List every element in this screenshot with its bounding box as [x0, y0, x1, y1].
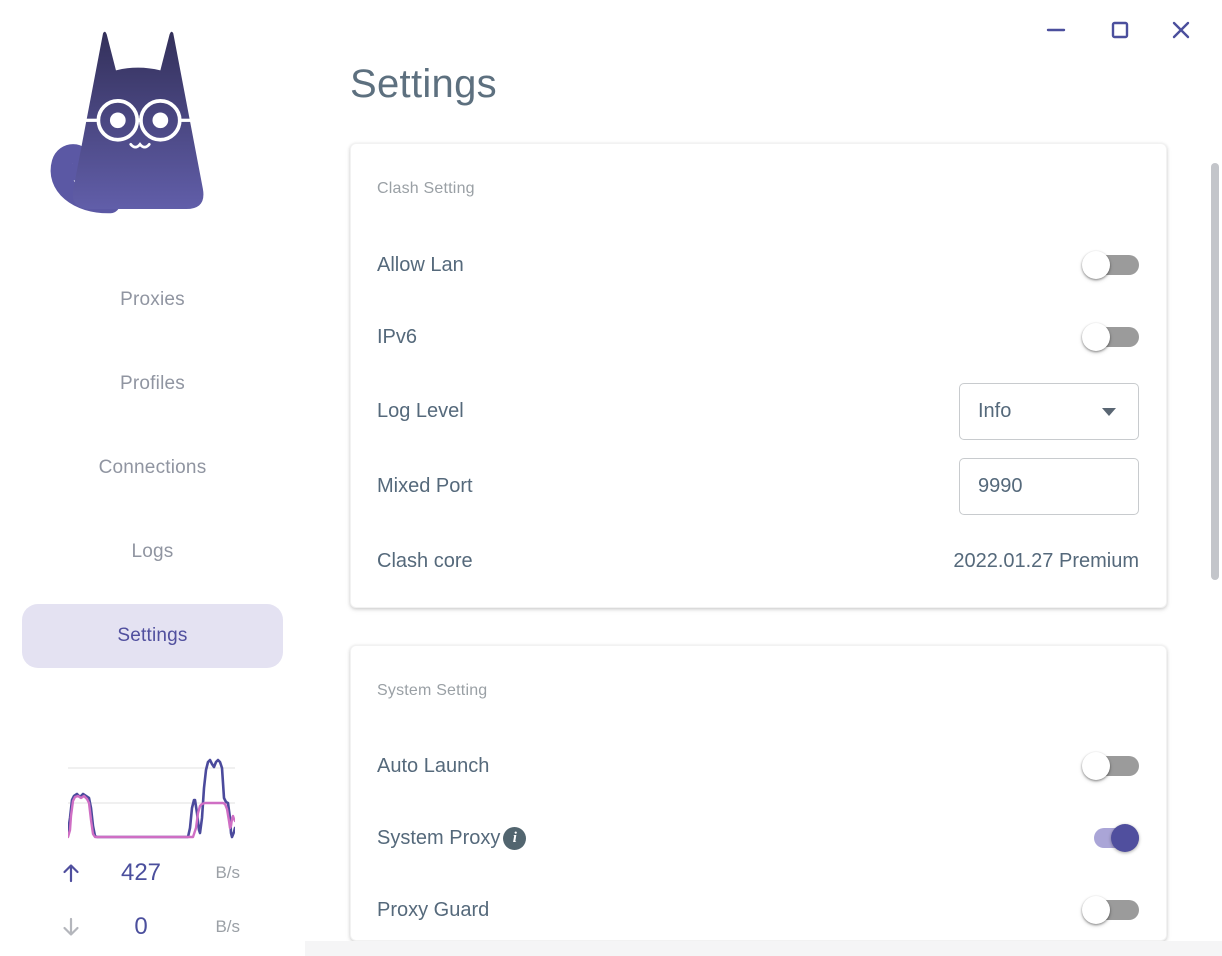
system-proxy-toggle[interactable] [1082, 824, 1139, 852]
allow-lan-row: Allow Lan [377, 237, 1139, 293]
proxy-guard-label: Proxy Guard [377, 898, 490, 921]
system-proxy-row: System Proxy i [377, 810, 1139, 866]
upload-stat-row: 427 B/s [58, 853, 240, 893]
system-setting-header: System Setting [377, 682, 488, 699]
clash-setting-card: Clash Setting Allow Lan IPv6 Log Level I… [350, 143, 1167, 608]
toggle-thumb [1111, 824, 1139, 852]
proxy-guard-row: Proxy Guard [377, 882, 1139, 938]
clash-core-row: Clash core 2022.01.27 Premium [377, 533, 1139, 589]
log-level-row: Log Level Info [377, 382, 1139, 440]
close-icon [1170, 19, 1192, 41]
download-speed-unit: B/s [215, 917, 240, 936]
auto-launch-label: Auto Launch [377, 754, 490, 777]
sidebar: Proxies Profiles Connections Logs Settin… [0, 0, 305, 956]
sidebar-item-proxies[interactable]: Proxies [22, 268, 283, 332]
download-stat-row: 0 B/s [58, 907, 240, 947]
clash-core-label: Clash core [377, 549, 473, 572]
maximize-button[interactable] [1100, 10, 1140, 50]
content-bottom-edge [305, 941, 1222, 956]
sidebar-item-settings[interactable]: Settings [22, 604, 283, 668]
minimize-button[interactable] [1036, 10, 1076, 50]
mixed-port-label: Mixed Port [377, 474, 473, 497]
ipv6-toggle[interactable] [1082, 323, 1139, 351]
page-title: Settings [350, 62, 497, 106]
chevron-down-icon [1102, 408, 1116, 416]
auto-launch-toggle[interactable] [1082, 752, 1139, 780]
clash-cat-logo [42, 26, 238, 222]
minimize-icon [1045, 19, 1067, 41]
upload-speed-value: 427 [120, 859, 162, 886]
proxy-guard-toggle[interactable] [1082, 896, 1139, 924]
allow-lan-toggle[interactable] [1082, 251, 1139, 279]
close-button[interactable] [1161, 10, 1201, 50]
ipv6-row: IPv6 [377, 309, 1139, 365]
sidebar-item-connections[interactable]: Connections [22, 436, 283, 500]
clash-setting-header: Clash Setting [377, 180, 475, 197]
toggle-thumb [1082, 752, 1110, 780]
sidebar-item-profiles[interactable]: Profiles [22, 352, 283, 416]
toggle-thumb [1082, 896, 1110, 924]
scrollbar-thumb[interactable] [1211, 163, 1219, 580]
toggle-thumb [1082, 323, 1110, 351]
download-speed-value: 0 [134, 913, 148, 940]
sidebar-item-logs[interactable]: Logs [22, 520, 283, 584]
allow-lan-label: Allow Lan [377, 253, 464, 276]
system-setting-card: System Setting Auto Launch System Proxy … [350, 645, 1167, 941]
upload-speed-unit: B/s [215, 863, 240, 882]
upload-line [66, 758, 237, 839]
auto-launch-row: Auto Launch [377, 738, 1139, 794]
log-level-select[interactable]: Info [959, 382, 1139, 440]
ipv6-label: IPv6 [377, 325, 418, 348]
download-arrow-icon [58, 915, 84, 939]
mixed-port-row: Mixed Port [377, 457, 1139, 515]
log-level-selected-value: Info [978, 399, 1012, 422]
upload-arrow-icon [58, 861, 84, 885]
mixed-port-input[interactable] [959, 457, 1139, 515]
maximize-icon [1109, 19, 1131, 41]
traffic-graph [66, 758, 237, 840]
log-level-label: Log Level [377, 399, 464, 422]
clash-core-version: 2022.01.27 Premium [953, 549, 1139, 572]
toggle-thumb [1082, 251, 1110, 279]
info-icon[interactable]: i [503, 826, 527, 850]
system-proxy-label: System Proxy [377, 826, 501, 849]
